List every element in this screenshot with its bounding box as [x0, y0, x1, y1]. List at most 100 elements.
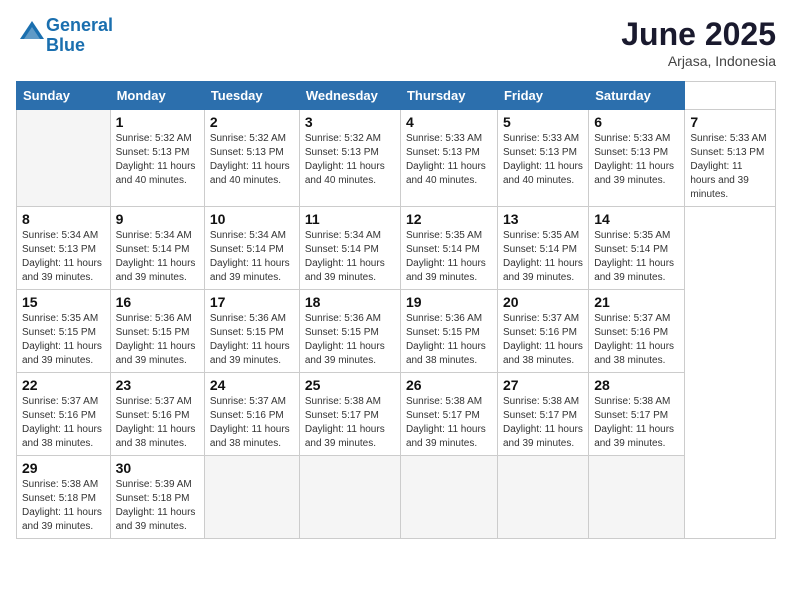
- day-number: 6: [594, 114, 679, 130]
- cell-info: Sunrise: 5:38 AMSunset: 5:17 PMDaylight:…: [305, 395, 395, 451]
- calendar-cell: 24 Sunrise: 5:37 AMSunset: 5:16 PMDayligh…: [204, 373, 299, 456]
- day-number: 1: [116, 114, 199, 130]
- calendar-cell: 21 Sunrise: 5:37 AMSunset: 5:16 PMDayligh…: [589, 290, 685, 373]
- cell-info: Sunrise: 5:35 AMSunset: 5:15 PMDaylight:…: [22, 312, 105, 368]
- calendar-week-row: 15 Sunrise: 5:35 AMSunset: 5:15 PMDayligh…: [17, 290, 776, 373]
- cell-info: Sunrise: 5:32 AMSunset: 5:13 PMDaylight:…: [305, 132, 395, 188]
- cell-info: Sunrise: 5:34 AMSunset: 5:14 PMDaylight:…: [210, 229, 294, 285]
- day-number: 30: [116, 460, 199, 476]
- calendar-cell: 28 Sunrise: 5:38 AMSunset: 5:17 PMDayligh…: [589, 373, 685, 456]
- calendar-cell: 30Sunrise: 5:39 AMSunset: 5:18 PMDayligh…: [110, 456, 204, 539]
- day-number: 15: [22, 294, 105, 310]
- cell-info: Sunrise: 5:33 AMSunset: 5:13 PMDaylight:…: [503, 132, 583, 188]
- day-number: 14: [594, 211, 679, 227]
- cell-info: Sunrise: 5:36 AMSunset: 5:15 PMDaylight:…: [305, 312, 395, 368]
- calendar-cell: 18 Sunrise: 5:36 AMSunset: 5:15 PMDayligh…: [299, 290, 400, 373]
- cell-info: Sunrise: 5:37 AMSunset: 5:16 PMDaylight:…: [210, 395, 294, 451]
- calendar-cell: 13 Sunrise: 5:35 AMSunset: 5:14 PMDayligh…: [497, 207, 588, 290]
- calendar-week-row: 8Sunrise: 5:34 AMSunset: 5:13 PMDaylight…: [17, 207, 776, 290]
- calendar-cell: 11 Sunrise: 5:34 AMSunset: 5:14 PMDayligh…: [299, 207, 400, 290]
- weekday-header-monday: Monday: [110, 82, 204, 110]
- day-number: 23: [116, 377, 199, 393]
- cell-info: Sunrise: 5:38 AMSunset: 5:17 PMDaylight:…: [594, 395, 679, 451]
- cell-info: Sunrise: 5:37 AMSunset: 5:16 PMDaylight:…: [594, 312, 679, 368]
- calendar: SundayMondayTuesdayWednesdayThursdayFrid…: [16, 81, 776, 539]
- calendar-cell: [204, 456, 299, 539]
- day-number: 4: [406, 114, 492, 130]
- cell-info: Sunrise: 5:38 AMSunset: 5:17 PMDaylight:…: [406, 395, 492, 451]
- day-number: 9: [116, 211, 199, 227]
- calendar-cell: [17, 110, 111, 207]
- logo-icon: [18, 19, 46, 47]
- day-number: 26: [406, 377, 492, 393]
- cell-info: Sunrise: 5:32 AMSunset: 5:13 PMDaylight:…: [116, 132, 199, 188]
- weekday-header-sunday: Sunday: [17, 82, 111, 110]
- calendar-cell: 17Sunrise: 5:36 AMSunset: 5:15 PMDayligh…: [204, 290, 299, 373]
- cell-info: Sunrise: 5:33 AMSunset: 5:13 PMDaylight:…: [690, 132, 770, 202]
- weekday-header-tuesday: Tuesday: [204, 82, 299, 110]
- day-number: 12: [406, 211, 492, 227]
- cell-info: Sunrise: 5:33 AMSunset: 5:13 PMDaylight:…: [594, 132, 679, 188]
- day-number: 10: [210, 211, 294, 227]
- calendar-week-row: 22 Sunrise: 5:37 AMSunset: 5:16 PMDayligh…: [17, 373, 776, 456]
- cell-info: Sunrise: 5:32 AMSunset: 5:13 PMDaylight:…: [210, 132, 294, 188]
- day-number: 3: [305, 114, 395, 130]
- calendar-cell: 20 Sunrise: 5:37 AMSunset: 5:16 PMDayligh…: [497, 290, 588, 373]
- day-number: 16: [116, 294, 199, 310]
- logo-text: General Blue: [46, 16, 113, 56]
- calendar-week-row: 29 Sunrise: 5:38 AMSunset: 5:18 PMDayligh…: [17, 456, 776, 539]
- calendar-cell: 15 Sunrise: 5:35 AMSunset: 5:15 PMDayligh…: [17, 290, 111, 373]
- weekday-header-friday: Friday: [497, 82, 588, 110]
- cell-info: Sunrise: 5:33 AMSunset: 5:13 PMDaylight:…: [406, 132, 492, 188]
- cell-info: Sunrise: 5:35 AMSunset: 5:14 PMDaylight:…: [594, 229, 679, 285]
- calendar-cell: 10 Sunrise: 5:34 AMSunset: 5:14 PMDayligh…: [204, 207, 299, 290]
- calendar-cell: 5 Sunrise: 5:33 AMSunset: 5:13 PMDaylight…: [497, 110, 588, 207]
- calendar-header-row: SundayMondayTuesdayWednesdayThursdayFrid…: [17, 82, 776, 110]
- calendar-cell: 12 Sunrise: 5:35 AMSunset: 5:14 PMDayligh…: [400, 207, 497, 290]
- cell-info: Sunrise: 5:38 AMSunset: 5:18 PMDaylight:…: [22, 478, 105, 534]
- cell-info: Sunrise: 5:35 AMSunset: 5:14 PMDaylight:…: [406, 229, 492, 285]
- day-number: 29: [22, 460, 105, 476]
- calendar-cell: 29 Sunrise: 5:38 AMSunset: 5:18 PMDayligh…: [17, 456, 111, 539]
- day-number: 19: [406, 294, 492, 310]
- cell-info: Sunrise: 5:38 AMSunset: 5:17 PMDaylight:…: [503, 395, 583, 451]
- day-number: 20: [503, 294, 583, 310]
- calendar-cell: 22Sunrise: 5:37 AMSunset: 5:16 PMDayligh…: [17, 373, 111, 456]
- calendar-cell: 8Sunrise: 5:34 AMSunset: 5:13 PMDaylight…: [17, 207, 111, 290]
- calendar-cell: 1 Sunrise: 5:32 AMSunset: 5:13 PMDaylight…: [110, 110, 204, 207]
- day-number: 22: [22, 377, 105, 393]
- calendar-cell: 14 Sunrise: 5:35 AMSunset: 5:14 PMDayligh…: [589, 207, 685, 290]
- day-number: 7: [690, 114, 770, 130]
- day-number: 2: [210, 114, 294, 130]
- cell-info: Sunrise: 5:35 AMSunset: 5:14 PMDaylight:…: [503, 229, 583, 285]
- calendar-cell: 23Sunrise: 5:37 AMSunset: 5:16 PMDayligh…: [110, 373, 204, 456]
- cell-info: Sunrise: 5:37 AMSunset: 5:16 PMDaylight:…: [503, 312, 583, 368]
- cell-info: Sunrise: 5:36 AMSunset: 5:15 PMDaylight:…: [210, 312, 294, 368]
- location: Arjasa, Indonesia: [621, 53, 776, 69]
- calendar-cell: 25Sunrise: 5:38 AMSunset: 5:17 PMDayligh…: [299, 373, 400, 456]
- logo: General Blue: [16, 16, 113, 56]
- calendar-cell: 6 Sunrise: 5:33 AMSunset: 5:13 PMDaylight…: [589, 110, 685, 207]
- page-header: General Blue June 2025 Arjasa, Indonesia: [16, 16, 776, 69]
- calendar-cell: 9Sunrise: 5:34 AMSunset: 5:14 PMDaylight…: [110, 207, 204, 290]
- day-number: 18: [305, 294, 395, 310]
- logo-line1: General: [46, 15, 113, 35]
- day-number: 13: [503, 211, 583, 227]
- calendar-cell: 27Sunrise: 5:38 AMSunset: 5:17 PMDayligh…: [497, 373, 588, 456]
- day-number: 21: [594, 294, 679, 310]
- cell-info: Sunrise: 5:34 AMSunset: 5:13 PMDaylight:…: [22, 229, 105, 285]
- day-number: 28: [594, 377, 679, 393]
- calendar-cell: 2 Sunrise: 5:32 AMSunset: 5:13 PMDaylight…: [204, 110, 299, 207]
- calendar-cell: [497, 456, 588, 539]
- calendar-cell: 26 Sunrise: 5:38 AMSunset: 5:17 PMDayligh…: [400, 373, 497, 456]
- calendar-cell: [589, 456, 685, 539]
- calendar-cell: [299, 456, 400, 539]
- calendar-cell: 4 Sunrise: 5:33 AMSunset: 5:13 PMDaylight…: [400, 110, 497, 207]
- weekday-header-wednesday: Wednesday: [299, 82, 400, 110]
- day-number: 11: [305, 211, 395, 227]
- month-year: June 2025: [621, 16, 776, 53]
- day-number: 24: [210, 377, 294, 393]
- cell-info: Sunrise: 5:34 AMSunset: 5:14 PMDaylight:…: [305, 229, 395, 285]
- calendar-cell: 19Sunrise: 5:36 AMSunset: 5:15 PMDayligh…: [400, 290, 497, 373]
- day-number: 5: [503, 114, 583, 130]
